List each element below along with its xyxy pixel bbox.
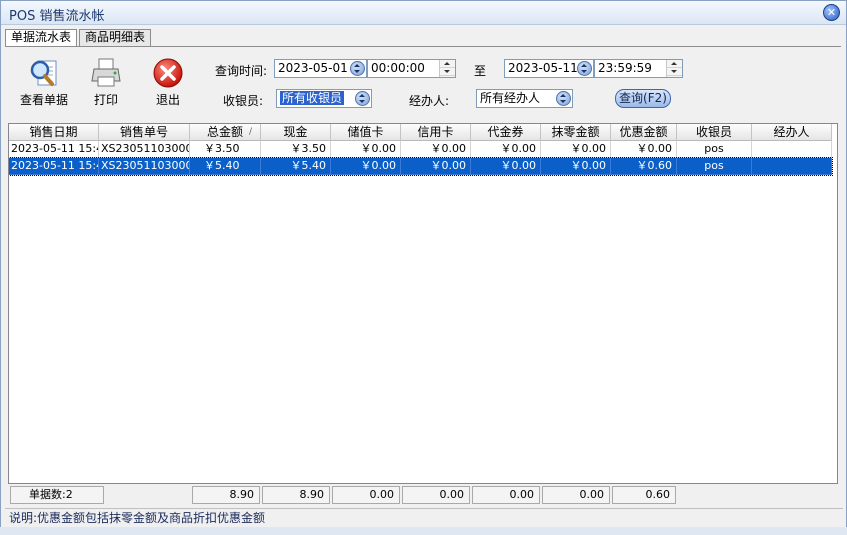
cell-voucher: ￥0.00	[471, 158, 541, 175]
cell-rounding: ￥0.00	[541, 141, 611, 158]
cell-stored: ￥0.00	[331, 158, 401, 175]
handler-select[interactable]: 所有经办人	[476, 89, 573, 108]
cell-cashier: pos	[677, 141, 752, 158]
exit-button[interactable]: 退出	[147, 57, 189, 108]
sum-discount: 0.60	[612, 486, 676, 504]
tab-divider	[5, 46, 841, 47]
end-time-value: 23:59:59	[598, 61, 652, 75]
sum-voucher: 0.00	[472, 486, 540, 504]
col-stored-card[interactable]: 储值卡	[331, 124, 401, 141]
title-bar: POS 销售流水帐 ✕	[1, 1, 846, 25]
tab-product-details[interactable]: 商品明细表	[79, 29, 152, 46]
close-icon[interactable]: ✕	[823, 4, 840, 21]
start-time-field[interactable]: 00:00:00	[367, 59, 456, 78]
end-date-picker[interactable]: 2023-05-11	[504, 59, 594, 78]
cell-voucher: ￥0.00	[471, 141, 541, 158]
cell-handler	[752, 141, 832, 158]
col-total[interactable]: 总金额 /	[190, 124, 261, 141]
cell-total: ￥5.40	[190, 158, 261, 175]
to-label: 至	[474, 64, 487, 78]
printer-icon	[89, 57, 123, 89]
end-time-field[interactable]: 23:59:59	[594, 59, 683, 78]
cell-no: XS230511030001	[99, 141, 190, 158]
chevron-down-icon[interactable]	[355, 91, 370, 106]
cell-credit: ￥0.00	[401, 141, 471, 158]
app-window: POS 销售流水帐 ✕ 单据流水表 商品明细表 查看单据 打印 退出 查询时间:…	[0, 0, 847, 535]
query-time-label: 查询时间:	[215, 64, 268, 78]
start-time-spinner[interactable]	[439, 60, 455, 77]
end-date-value: 2023-05-11	[508, 61, 578, 75]
table-row[interactable]: 2023-05-11 15:4 XS230511030001 ￥3.50 ￥3.…	[9, 141, 832, 158]
cell-cash: ￥3.50	[261, 141, 331, 158]
col-cash[interactable]: 现金	[261, 124, 331, 141]
cell-cash: ￥5.40	[261, 158, 331, 175]
handler-label: 经办人:	[409, 94, 450, 108]
chevron-down-icon[interactable]	[577, 61, 592, 76]
view-document-button[interactable]: 查看单据	[15, 57, 73, 108]
cell-no: XS230511030002	[99, 158, 190, 175]
desktop-strip	[0, 527, 847, 535]
print-button[interactable]: 打印	[85, 57, 127, 108]
cell-total: ￥3.50	[190, 141, 261, 158]
query-button[interactable]: 查询(F2)	[615, 89, 671, 108]
window-title: POS 销售流水帐	[9, 9, 105, 24]
cashier-label: 收银员:	[223, 94, 264, 108]
col-sale-no[interactable]: 销售单号	[99, 124, 190, 141]
start-date-value: 2023-05-01	[278, 61, 348, 75]
cell-discount: ￥0.60	[611, 158, 677, 175]
col-sale-date[interactable]: 销售日期	[9, 124, 99, 141]
table-row[interactable]: 2023-05-11 15:4 XS230511030002 ￥5.40 ￥5.…	[9, 157, 833, 176]
cell-date: 2023-05-11 15:4	[9, 141, 99, 158]
col-rounding[interactable]: 抹零金额	[541, 124, 611, 141]
start-date-picker[interactable]: 2023-05-01	[274, 59, 367, 78]
exit-label: 退出	[155, 93, 180, 107]
sum-rounding: 0.00	[542, 486, 610, 504]
cell-discount: ￥0.00	[611, 141, 677, 158]
cell-rounding: ￥0.00	[541, 158, 611, 175]
cell-cashier: pos	[677, 158, 752, 175]
red-x-circle-icon	[151, 57, 185, 89]
view-document-label: 查看单据	[19, 93, 68, 107]
cashier-select[interactable]: 所有收银员	[276, 89, 372, 108]
tab-document-ledger[interactable]: 单据流水表	[5, 29, 78, 47]
sum-total: 8.90	[192, 486, 260, 504]
cell-credit: ￥0.00	[401, 158, 471, 175]
start-time-value: 00:00:00	[371, 61, 425, 75]
chevron-down-icon[interactable]	[556, 91, 571, 106]
col-credit-card[interactable]: 信用卡	[401, 124, 471, 141]
sort-indicator: /	[248, 127, 252, 137]
col-handler[interactable]: 经办人	[752, 124, 832, 141]
status-bar: 说明:优惠金额包括抹零金额及商品折扣优惠金额	[5, 508, 843, 526]
cell-handler	[752, 158, 832, 175]
sales-ledger-table[interactable]: 销售日期 销售单号 总金额 / 现金 储值卡 信用卡 代金券 抹零金额 优惠金额 …	[8, 123, 838, 484]
sum-credit: 0.00	[402, 486, 470, 504]
cell-stored: ￥0.00	[331, 141, 401, 158]
chevron-down-icon[interactable]	[350, 61, 365, 76]
col-discount[interactable]: 优惠金额	[611, 124, 677, 141]
sum-stored: 0.00	[332, 486, 400, 504]
table-header: 销售日期 销售单号 总金额 / 现金 储值卡 信用卡 代金券 抹零金额 优惠金额 …	[9, 124, 832, 141]
cashier-selected-value: 所有收银员	[280, 91, 345, 105]
col-voucher[interactable]: 代金券	[471, 124, 541, 141]
col-total-label: 总金额	[206, 125, 243, 139]
print-label: 打印	[93, 93, 118, 107]
document-count: 单据数:2	[10, 486, 104, 504]
handler-selected-value: 所有经办人	[480, 91, 541, 105]
tab-bar: 单据流水表 商品明细表	[5, 29, 153, 47]
cell-date: 2023-05-11 15:4	[9, 158, 99, 175]
magnifier-document-icon	[27, 57, 61, 89]
col-cashier[interactable]: 收银员	[677, 124, 752, 141]
sum-cash: 8.90	[262, 486, 330, 504]
end-time-spinner[interactable]	[666, 60, 682, 77]
